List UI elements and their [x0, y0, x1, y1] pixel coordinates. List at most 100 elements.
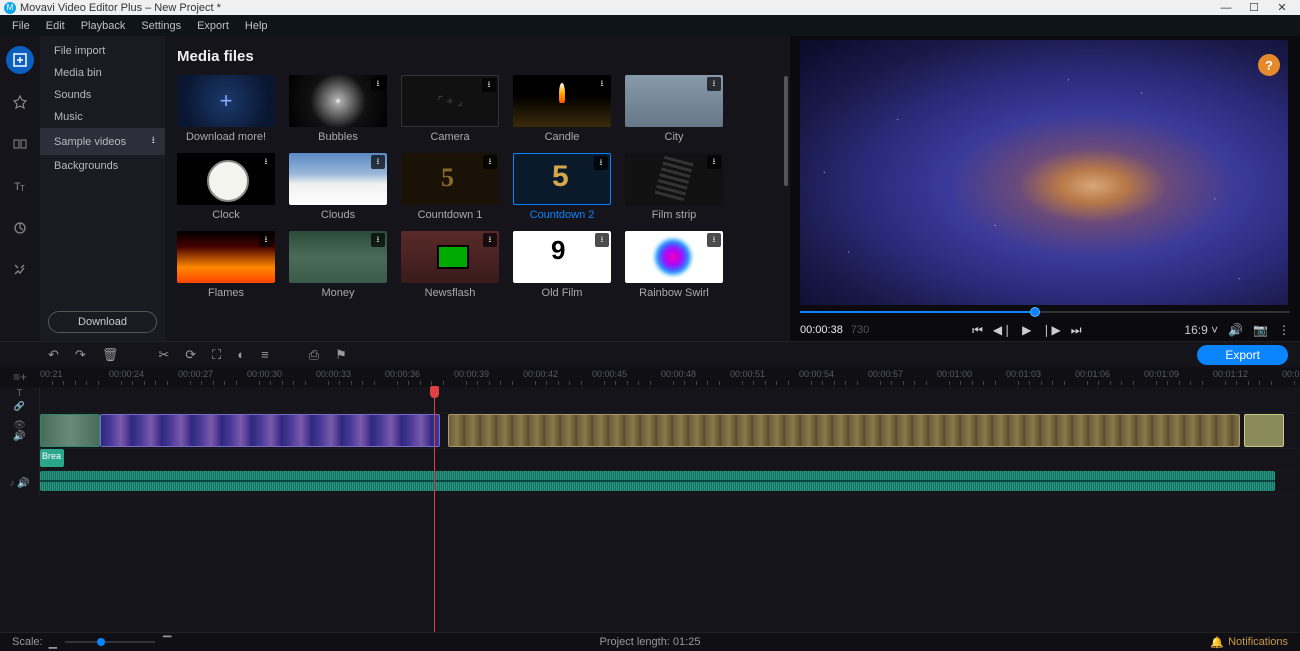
maximize-button[interactable]: ☐ — [1240, 1, 1268, 14]
marker-button[interactable]: ⚑ — [335, 347, 347, 363]
media-thumb[interactable]: ⭳ — [625, 231, 723, 283]
tool-import[interactable] — [6, 46, 34, 74]
tool-filters[interactable] — [6, 88, 34, 116]
delete-button[interactable]: 🗑 — [102, 347, 119, 363]
crop-button[interactable]: ⛶ — [212, 347, 221, 363]
ruler-tick: 00:00:48 — [661, 369, 696, 379]
add-track-button[interactable]: ≡+ — [13, 370, 27, 384]
media-item-clouds[interactable]: ⭳Clouds — [289, 153, 387, 221]
media-thumb[interactable]: ⭳ — [513, 153, 611, 205]
media-thumb[interactable]: ⭳ — [401, 153, 499, 205]
scale-up-button[interactable]: ▔ — [163, 636, 171, 649]
text-track[interactable] — [40, 387, 1300, 413]
media-item-download[interactable]: +Download more! — [177, 75, 275, 143]
export-button[interactable]: Export — [1197, 345, 1288, 365]
audio-clip-breath[interactable]: Brea — [40, 449, 64, 467]
media-item-rainbow[interactable]: ⭳Rainbow Swirl — [625, 231, 723, 299]
download-badge-icon: ⭳ — [594, 156, 608, 170]
linked-audio-track[interactable]: Brea — [40, 449, 1300, 471]
menu-settings[interactable]: Settings — [133, 18, 189, 34]
sidebar-item-sample-videos[interactable]: Sample videos⭳ — [40, 128, 165, 155]
media-item-count1[interactable]: ⭳Countdown 1 — [401, 153, 499, 221]
scale-slider[interactable] — [65, 641, 155, 643]
media-item-city[interactable]: ⭳City — [625, 75, 723, 143]
help-button[interactable]: ? — [1258, 54, 1280, 76]
media-thumb[interactable]: ⭳ — [177, 231, 275, 283]
audio-track-head[interactable]: ♪ 🔊 — [0, 471, 40, 495]
tool-stickers[interactable] — [6, 214, 34, 242]
tool-transitions[interactable] — [6, 130, 34, 158]
media-thumb[interactable]: + — [177, 75, 275, 127]
scale-down-button[interactable]: ▁ — [49, 636, 57, 649]
media-item-clock[interactable]: ⭳Clock — [177, 153, 275, 221]
sidebar-item-file-import[interactable]: File import — [40, 40, 165, 62]
menu-playback[interactable]: Playback — [73, 18, 134, 34]
media-thumb[interactable]: ⭳ — [401, 231, 499, 283]
sidebar-item-backgrounds[interactable]: Backgrounds — [40, 155, 165, 177]
media-scrollbar[interactable] — [784, 76, 788, 337]
video-track-head[interactable]: 👁🔊 — [0, 413, 40, 449]
download-button[interactable]: Download — [48, 311, 157, 333]
tool-more[interactable] — [6, 256, 34, 284]
media-item-flames[interactable]: ⭳Flames — [177, 231, 275, 299]
video-clip-4[interactable] — [1244, 414, 1284, 447]
adjust-button[interactable]: ≡ — [261, 347, 269, 362]
media-thumb[interactable]: ⭳ — [289, 231, 387, 283]
seek-handle[interactable] — [1030, 307, 1040, 317]
preview-canvas[interactable] — [800, 40, 1288, 305]
media-item-camera[interactable]: ⌜ + ⌟⭳Camera — [401, 75, 499, 143]
media-thumb[interactable]: ⭳ — [289, 153, 387, 205]
record-button[interactable]: ⎙ — [309, 347, 319, 363]
tool-titles[interactable]: TT — [6, 172, 34, 200]
snapshot-button[interactable]: 📷 — [1253, 323, 1268, 337]
text-track-head[interactable]: T 🔗 — [0, 387, 40, 413]
step-forward-button[interactable]: ❘▶ — [1041, 323, 1060, 338]
media-item-news[interactable]: ⭳Newsflash — [401, 231, 499, 299]
media-item-bubbles[interactable]: ⭳Bubbles — [289, 75, 387, 143]
aspect-ratio-dropdown[interactable]: 16:9 ˅ — [1184, 323, 1218, 337]
media-thumb[interactable]: ⭳ — [513, 75, 611, 127]
minimize-button[interactable]: — — [1212, 2, 1240, 14]
menu-file[interactable]: File — [4, 18, 38, 34]
media-item-money[interactable]: ⭳Money — [289, 231, 387, 299]
menu-export[interactable]: Export — [189, 18, 237, 34]
redo-button[interactable]: ↷ — [75, 347, 86, 363]
download-badge-icon: ⭳ — [371, 77, 385, 91]
sidebar-item-media-bin[interactable]: Media bin — [40, 62, 165, 84]
media-thumb[interactable]: ⭳ — [625, 75, 723, 127]
preview-settings-button[interactable]: ⋮ — [1278, 323, 1290, 337]
sidebar-item-music[interactable]: Music — [40, 106, 165, 128]
preview-seekbar[interactable] — [800, 305, 1290, 319]
audio-track[interactable] — [40, 471, 1300, 495]
next-clip-button[interactable]: ⏭ — [1071, 323, 1082, 338]
media-thumb[interactable]: ⭳ — [513, 231, 611, 283]
media-item-candle[interactable]: ⭳Candle — [513, 75, 611, 143]
undo-button[interactable]: ↶ — [48, 347, 59, 363]
prev-clip-button[interactable]: ⏮ — [972, 323, 983, 338]
media-thumb[interactable]: ⌜ + ⌟⭳ — [401, 75, 499, 127]
notifications-button[interactable]: 🔔 Notifications — [1210, 636, 1288, 649]
media-thumb[interactable]: ⭳ — [289, 75, 387, 127]
media-item-film[interactable]: ⭳Film strip — [625, 153, 723, 221]
video-track[interactable] — [40, 413, 1300, 449]
cut-button[interactable]: ✂ — [158, 347, 169, 363]
media-thumb[interactable]: ⭳ — [177, 153, 275, 205]
video-clip-2[interactable] — [100, 414, 440, 447]
video-clip-1[interactable] — [40, 414, 100, 447]
step-back-button[interactable]: ◀❘ — [993, 323, 1012, 338]
color-button[interactable]: ◐ — [237, 347, 245, 362]
video-clip-3[interactable] — [448, 414, 1240, 447]
media-item-count2[interactable]: ⭳Countdown 2 — [513, 153, 611, 221]
sidebar-item-sounds[interactable]: Sounds — [40, 84, 165, 106]
media-thumb[interactable]: ⭳ — [625, 153, 723, 205]
audio-clip-main[interactable] — [40, 471, 1275, 491]
media-item-oldfilm[interactable]: ⭳Old Film — [513, 231, 611, 299]
volume-button[interactable]: 🔊 — [1228, 323, 1243, 337]
menu-help[interactable]: Help — [237, 18, 276, 34]
rotate-button[interactable]: ⟳ — [185, 347, 196, 363]
play-button[interactable]: ▶ — [1022, 323, 1031, 338]
linked-audio-track-head[interactable] — [0, 449, 40, 471]
close-button[interactable]: ✕ — [1268, 1, 1296, 14]
menu-edit[interactable]: Edit — [38, 18, 73, 34]
timeline-ruler[interactable]: 00:2100:00:2400:00:2700:00:3000:00:3300:… — [40, 367, 1300, 387]
